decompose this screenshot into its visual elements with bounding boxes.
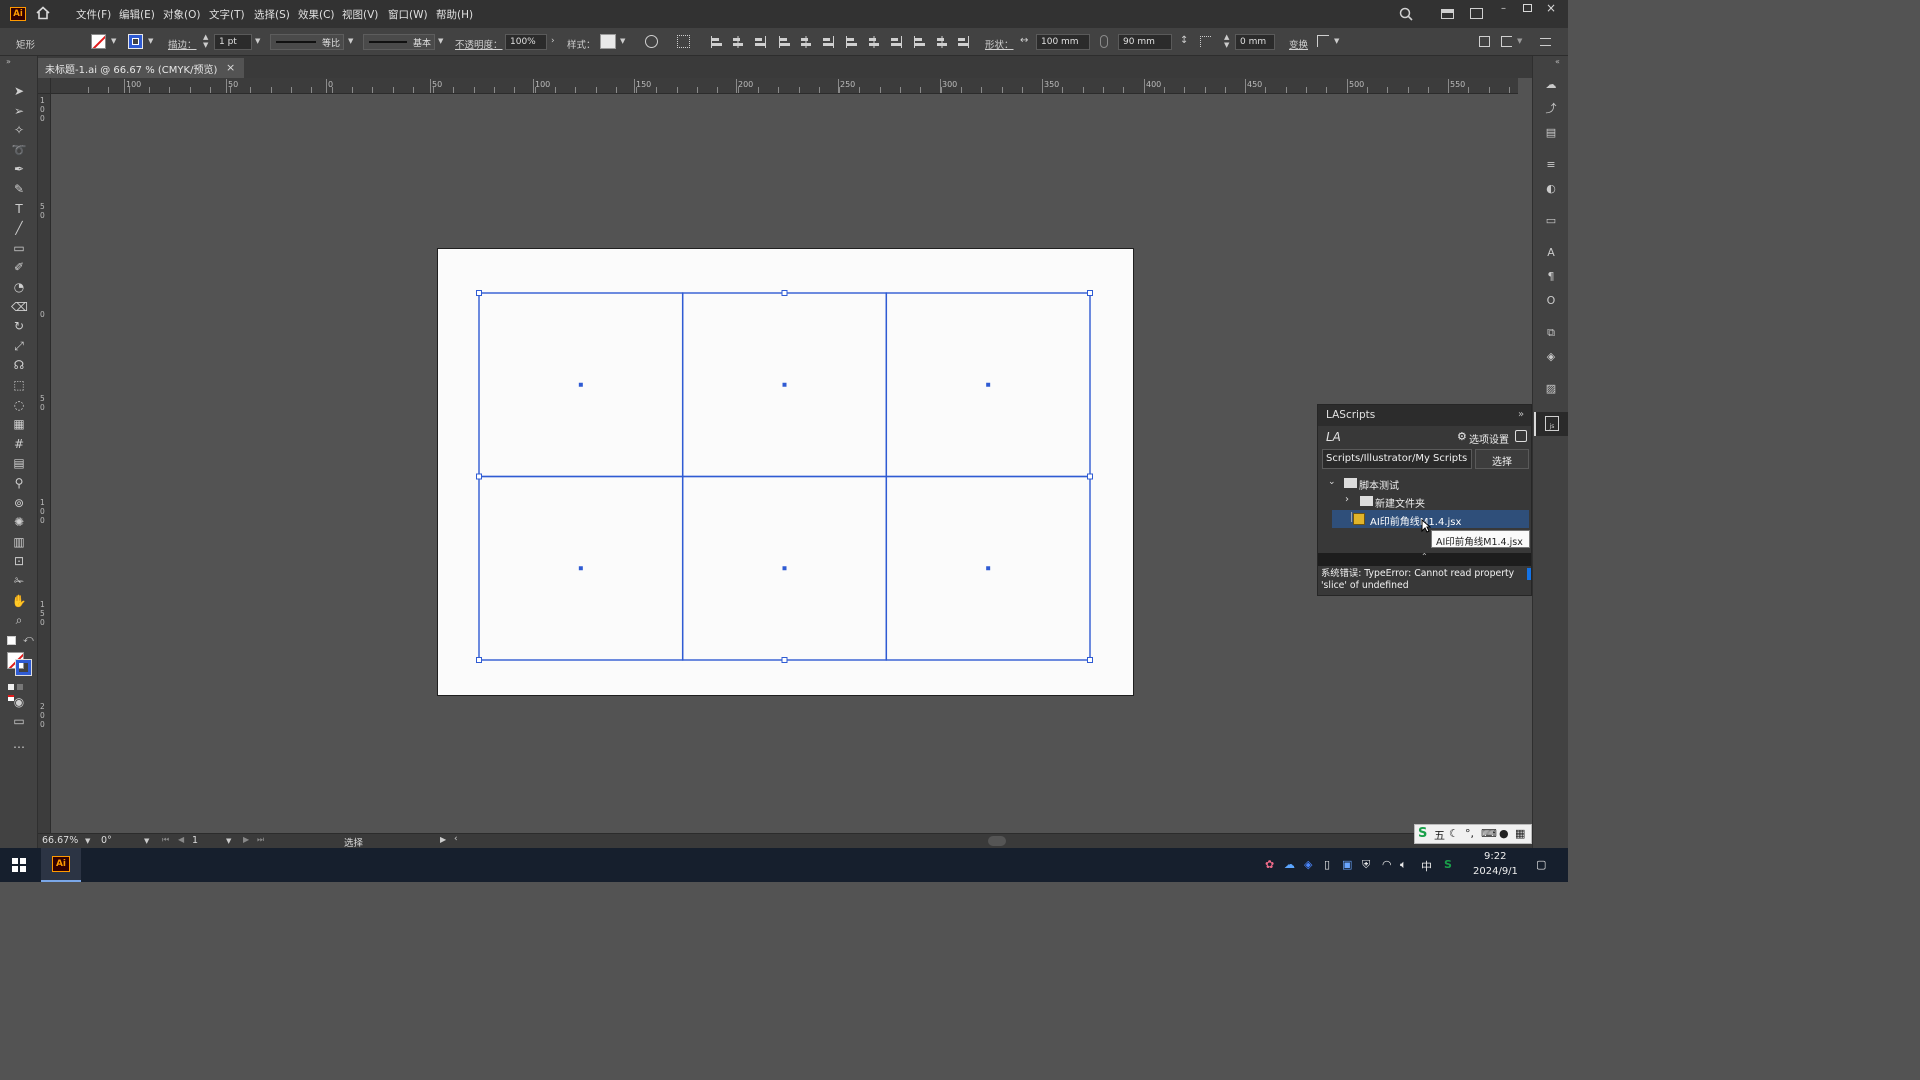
user-icon[interactable]: ● [1499,827,1509,840]
clock-time[interactable]: 9:22 [1484,851,1506,862]
script-tree: ⌄ 脚本测试 › 新建文件夹 ⎹ AI印前角线M1.4.jsx AI印前角线M1… [1322,473,1530,551]
windows-taskbar: Ai ✿ ☁ ◈ ▯ ▣ ⛨ ◠ 🔈︎ 中 S 9:22 2024/9/1 ▢ [0,848,1568,882]
gradient-panel-icon[interactable]: ▭ [1543,214,1559,228]
collapse-icon[interactable]: « [1555,57,1560,66]
chevron-right-icon[interactable]: › [1345,494,1349,505]
options-settings-button[interactable]: 选项设置 [1469,431,1509,446]
grid-menu-icon[interactable]: ▦ [1515,827,1525,840]
splitter-bar[interactable]: ⌃ [1318,552,1531,566]
tray-cloud-icon[interactable]: ☁ [1284,858,1295,871]
script-icon: js [1545,416,1559,431]
tray-display-icon[interactable]: ▣ [1342,858,1352,871]
center-point [986,566,991,571]
jsx-file-icon [1353,513,1365,525]
horizontal-scrollbar-thumb[interactable] [988,836,1006,846]
properties-icon[interactable]: ▤ [1543,126,1559,140]
mouse-cursor-icon [1421,518,1432,533]
chevron-down-icon[interactable]: ▼ [85,837,90,845]
bounding-box-handle[interactable] [1087,290,1093,296]
tray-usb-icon[interactable]: ▯ [1324,858,1330,871]
moon-icon[interactable]: ☾ [1449,827,1459,840]
ime-mode-label[interactable]: 五 [1434,827,1445,843]
bounding-box-handle[interactable] [781,290,788,296]
tray-security-icon[interactable]: ⛨ [1362,858,1370,872]
character-panel-icon[interactable]: A [1543,246,1559,260]
lascripts-logo: LA [1326,430,1341,444]
ime-toolbar[interactable]: S 五 ☾ °, ⌨ ● ▦ [1414,824,1532,844]
center-point [782,382,787,387]
tree-item-label: AI印前角线M1.4.jsx [1370,517,1462,528]
volume-icon[interactable]: 🔈︎ [1400,858,1407,872]
export-icon[interactable]: ⤴ [1543,102,1559,116]
lascripts-panel: LAScripts » LA ⚙ 选项设置 Scripts/Illustrato… [1317,404,1532,596]
bounding-box-handle[interactable] [1087,657,1093,663]
prev-artboard-icon[interactable]: ◀ [178,835,184,844]
panel-dock: « ☁ ⤴ ▤ ≡ ◐ ▭ A ¶ O ⧉ ◈ ▨ js [1532,56,1568,848]
image-trace-icon[interactable]: ▨ [1543,382,1559,396]
color-panel-icon[interactable]: ◐ [1543,182,1559,196]
scrollbar[interactable] [1527,568,1531,580]
tree-item-label: 新建文件夹 [1375,499,1425,510]
paragraph-panel-icon[interactable]: ¶ [1543,270,1559,284]
collapse-panel-icon[interactable]: » [1518,409,1524,420]
scroll-left-icon[interactable]: ‹ [454,834,458,844]
bounding-box-handle[interactable] [476,473,482,480]
script-path-field[interactable]: Scripts/Illustrator/My Scripts [1322,449,1472,469]
tree-line-icon: ⎹ [1342,512,1352,523]
opentype-panel-icon[interactable]: O [1543,294,1559,308]
tree-item-subfolder[interactable]: › 新建文件夹 [1322,493,1529,510]
chevron-down-icon[interactable]: ⌄ [1328,477,1336,487]
center-point [578,566,583,571]
error-output: 系统错误: TypeError: Cannot read property 's… [1321,568,1515,591]
windows-start-icon[interactable] [12,858,26,872]
status-menu-icon[interactable]: ▶ [440,835,446,844]
artboard-number-field[interactable]: 1 [192,835,198,846]
zoom-field[interactable]: 66.67% [42,835,78,846]
gear-icon[interactable]: ⚙ [1457,430,1467,443]
bounding-box-handle[interactable] [476,290,482,296]
folder-icon [1344,478,1357,488]
current-tool-label: 选择 [344,838,364,849]
center-point [782,566,787,571]
select-folder-button[interactable]: 选择 [1475,449,1529,469]
tray-app-icon[interactable]: ✿ [1265,858,1274,871]
input-language-label[interactable]: 中 [1421,858,1432,874]
next-artboard-icon[interactable]: ▶ [243,835,249,844]
illustrator-taskbar-button[interactable]: Ai [41,848,81,882]
panel-title[interactable]: LAScripts [1326,409,1375,421]
keyboard-icon[interactable]: ⌨ [1481,827,1497,840]
libraries-icon[interactable]: ☁ [1543,78,1559,92]
tooltip: AI印前角线M1.4.jsx [1431,530,1530,548]
first-artboard-icon[interactable]: ⏮ [162,835,169,845]
center-point [986,382,991,387]
last-artboard-icon[interactable]: ⏭ [257,835,264,845]
notification-icon[interactable]: ▢ [1536,858,1546,871]
bounding-box-handle[interactable] [1087,473,1093,480]
sogou-logo-icon: S [1418,826,1428,841]
clock-date[interactable]: 2024/9/1 [1473,866,1518,877]
panel-header[interactable]: LAScripts » [1318,405,1531,426]
tree-item-folder[interactable]: ⌄ 脚本测试 [1322,475,1529,492]
refresh-icon[interactable] [1515,430,1527,442]
layers-panel-icon[interactable]: ◈ [1543,350,1559,364]
rotation-field[interactable]: 0° [101,835,112,846]
bounding-box-handle[interactable] [476,657,482,663]
tray-shield-icon[interactable]: ◈ [1304,858,1312,871]
pathfinder-panel-icon[interactable]: ⧉ [1543,326,1559,340]
center-point [578,382,583,387]
wifi-icon[interactable]: ◠ [1382,858,1392,871]
stroke-panel-icon[interactable]: ≡ [1543,158,1559,172]
folder-icon [1360,496,1373,506]
bounding-box-handle[interactable] [781,657,788,663]
illustrator-icon: Ai [52,856,70,872]
punctuation-icon[interactable]: °, [1465,827,1474,840]
chevron-down-icon[interactable]: ▼ [144,837,149,845]
chevron-down-icon[interactable]: ▼ [226,837,231,845]
sogou-tray-icon[interactable]: S [1444,858,1452,871]
chevron-up-icon[interactable]: ⌃ [1421,552,1428,561]
status-bar: 66.67% ▼ 0° ▼ ⏮ ◀ 1 ▼ ▶ ⏭ 选择 ▶ ‹ [38,833,1532,849]
tree-item-label: 脚本测试 [1359,481,1399,492]
lascripts-dock-button[interactable]: js [1534,412,1568,436]
